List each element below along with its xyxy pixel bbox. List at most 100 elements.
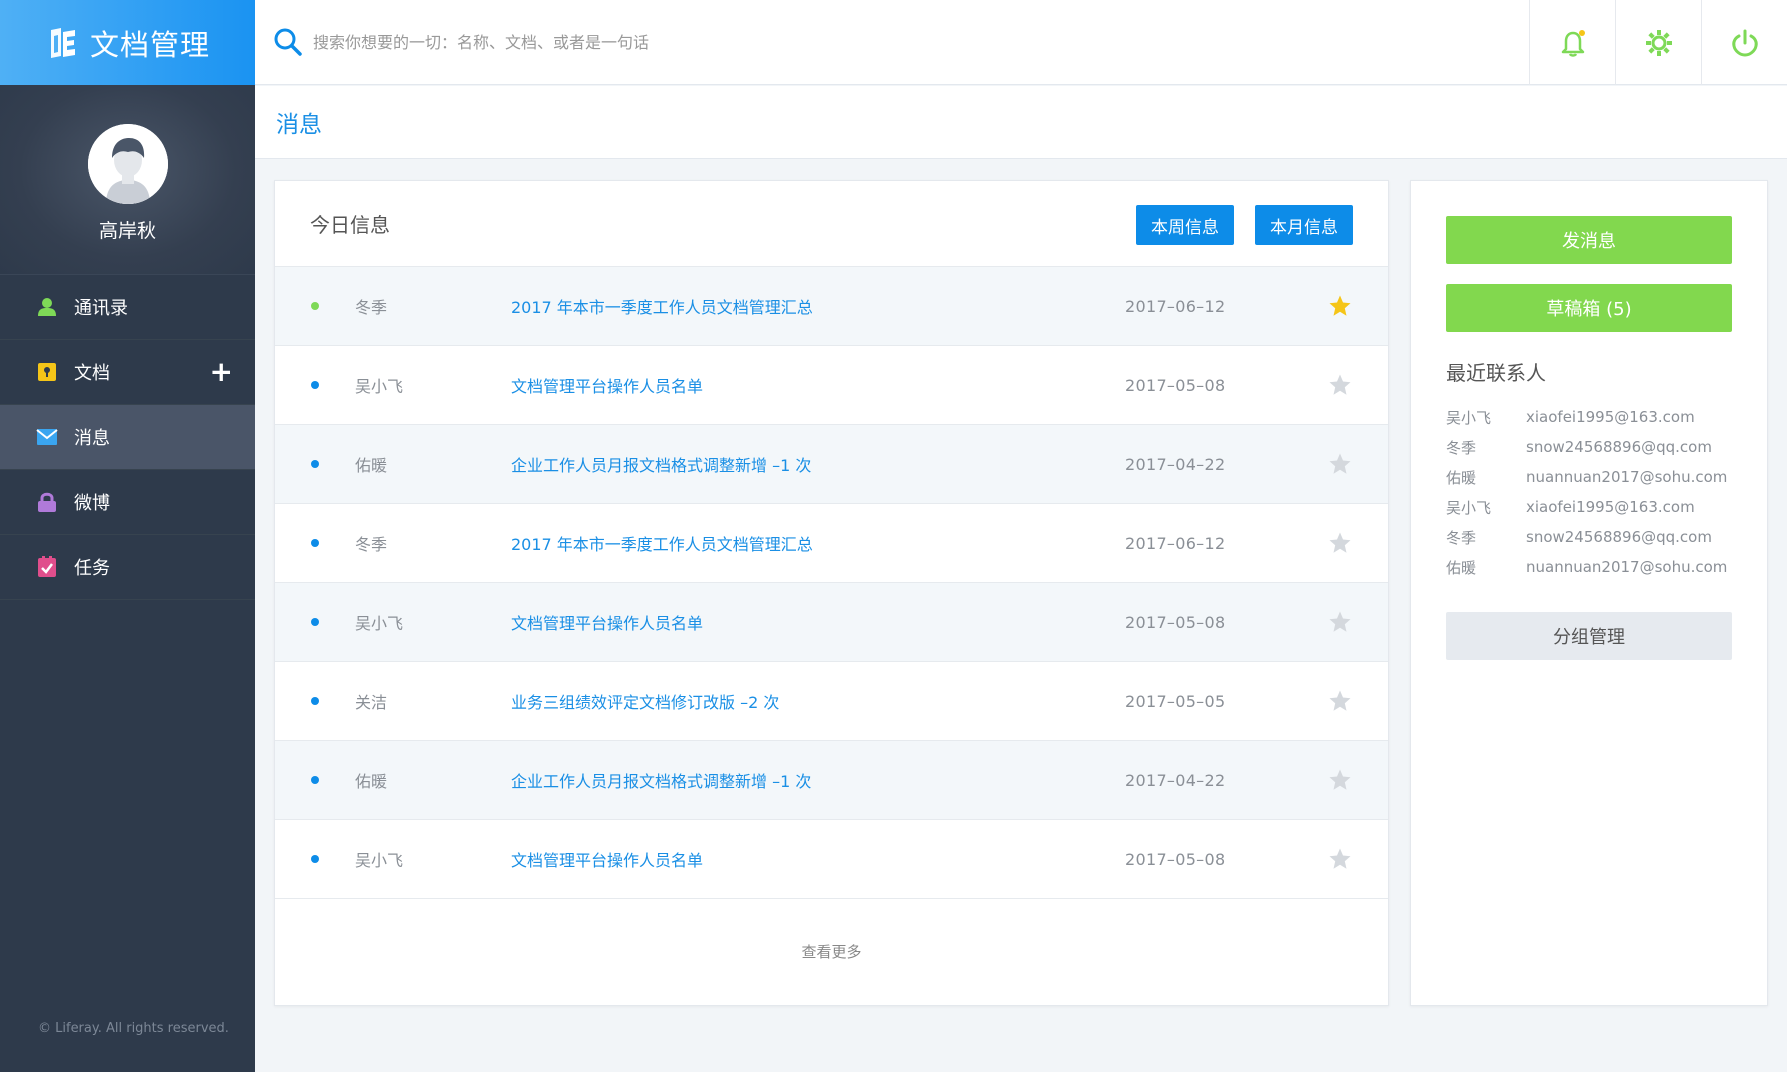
user-name: 高岸秋 xyxy=(98,220,156,242)
notification-button[interactable] xyxy=(1529,0,1615,85)
message-row[interactable]: 关洁 业务三组绩效评定文档修订改版 –2 次 2017–05–05 xyxy=(275,662,1388,741)
unread-dot xyxy=(311,618,319,626)
app-title: 文档管理 xyxy=(90,27,211,62)
message-subject[interactable]: 2017 年本市一季度工作人员文档管理汇总 xyxy=(511,531,813,555)
sidebar-item-contacts[interactable]: 通讯录 xyxy=(0,275,255,340)
contact-email: snow24568896@qq.com xyxy=(1526,528,1712,546)
message-sender: 吴小飞 xyxy=(355,851,404,870)
contact-email: xiaofei1995@163.com xyxy=(1526,498,1695,516)
unread-dot xyxy=(311,776,319,784)
message-sender: 佑暖 xyxy=(355,772,388,791)
avatar-icon[interactable] xyxy=(87,124,168,204)
message-subject[interactable]: 文档管理平台操作人员名单 xyxy=(511,373,703,397)
contact-row[interactable]: 吴小飞 xiaofei1995@163.com xyxy=(1446,402,1732,432)
month-messages-button[interactable]: 本月信息 xyxy=(1255,205,1353,245)
message-subject[interactable]: 文档管理平台操作人员名单 xyxy=(511,610,703,634)
star-icon[interactable] xyxy=(1328,531,1352,555)
message-sender: 吴小飞 xyxy=(355,614,404,633)
message-row[interactable]: 吴小飞 文档管理平台操作人员名单 2017–05–08 xyxy=(275,583,1388,662)
messages-panel: 今日信息 本周信息 本月信息 冬季 2017 年本市一季度工作人员文档管理汇总 20… xyxy=(274,180,1389,1006)
contact-name: 冬季 xyxy=(1446,528,1477,547)
bell-icon xyxy=(1561,29,1585,57)
message-row[interactable]: 吴小飞 文档管理平台操作人员名单 2017–05–08 xyxy=(275,820,1388,899)
star-icon[interactable] xyxy=(1328,610,1352,634)
mail-icon xyxy=(36,426,58,448)
gear-icon xyxy=(1645,29,1672,56)
sidebar-item-label: 文档 xyxy=(74,363,110,384)
message-date: 2017–04–22 xyxy=(1125,770,1226,790)
contact-row[interactable]: 冬季 snow24568896@qq.com xyxy=(1446,432,1732,462)
star-icon[interactable] xyxy=(1328,452,1352,476)
sidebar-item-label: 消息 xyxy=(74,428,110,449)
unread-dot xyxy=(311,381,319,389)
period-buttons: 本周信息 本月信息 xyxy=(1136,205,1353,245)
power-icon xyxy=(1731,29,1758,57)
contact-name: 吴小飞 xyxy=(1446,498,1492,517)
message-row[interactable]: 吴小飞 文档管理平台操作人员名单 2017–05–08 xyxy=(275,346,1388,425)
contact-email: nuannuan2017@sohu.com xyxy=(1526,558,1728,576)
sidebar-item-tasks[interactable]: 任务 xyxy=(0,535,255,600)
message-subject[interactable]: 文档管理平台操作人员名单 xyxy=(511,847,703,871)
lock-icon xyxy=(36,491,58,513)
message-date: 2017–06–12 xyxy=(1125,296,1226,316)
message-row[interactable]: 佑暖 企业工作人员月报文档格式调整新增 –1 次 2017–04–22 xyxy=(275,741,1388,820)
top-actions xyxy=(1529,0,1787,85)
unread-dot xyxy=(311,855,319,863)
star-icon[interactable] xyxy=(1328,847,1352,871)
sidebar-item-label: 微博 xyxy=(74,493,110,514)
search-input[interactable] xyxy=(313,32,1213,52)
sidebar-item-documents[interactable]: 文档 + xyxy=(0,340,255,405)
message-date: 2017–06–12 xyxy=(1125,533,1226,553)
message-subject[interactable]: 企业工作人员月报文档格式调整新增 –1 次 xyxy=(511,452,811,476)
message-date: 2017–05–05 xyxy=(1125,691,1226,711)
message-subject[interactable]: 企业工作人员月报文档格式调整新增 –1 次 xyxy=(511,768,811,792)
star-icon[interactable] xyxy=(1328,689,1352,713)
contact-email: snow24568896@qq.com xyxy=(1526,438,1712,456)
page-header: 消息 xyxy=(255,86,1787,159)
contact-email: nuannuan2017@sohu.com xyxy=(1526,468,1728,486)
search-icon[interactable] xyxy=(273,27,303,57)
send-message-button[interactable]: 发消息 xyxy=(1446,216,1732,264)
message-sender: 佑暖 xyxy=(355,456,388,475)
star-icon[interactable] xyxy=(1328,768,1352,792)
contact-row[interactable]: 吴小飞 xiaofei1995@163.com xyxy=(1446,492,1732,522)
message-sender: 关洁 xyxy=(355,693,388,712)
contact-name: 吴小飞 xyxy=(1446,408,1492,427)
message-row[interactable]: 冬季 2017 年本市一季度工作人员文档管理汇总 2017–06–12 xyxy=(275,504,1388,583)
message-subject[interactable]: 业务三组绩效评定文档修订改版 –2 次 xyxy=(511,689,779,713)
sidebar-item-messages[interactable]: 消息 xyxy=(0,405,255,470)
sidebar-item-weibo[interactable]: 微博 xyxy=(0,470,255,535)
message-row[interactable]: 佑暖 企业工作人员月报文档格式调整新增 –1 次 2017–04–22 xyxy=(275,425,1388,504)
add-document-button[interactable]: + xyxy=(210,358,233,386)
unread-dot xyxy=(311,460,319,468)
page-title: 消息 xyxy=(276,112,322,138)
settings-button[interactable] xyxy=(1615,0,1701,85)
see-more-link[interactable]: 查看更多 xyxy=(275,899,1388,1004)
contact-row[interactable]: 冬季 snow24568896@qq.com xyxy=(1446,522,1732,552)
contact-name: 佑暖 xyxy=(1446,468,1477,487)
star-icon[interactable] xyxy=(1328,294,1352,318)
star-icon[interactable] xyxy=(1328,373,1352,397)
sidebar: 文档管理 高岸秋 通讯录 文档 + 消息 微博 任务 © Liferay. Al… xyxy=(0,0,255,1072)
contact-row[interactable]: 佑暖 nuannuan2017@sohu.com xyxy=(1446,552,1732,582)
message-sender: 冬季 xyxy=(355,298,388,317)
drafts-button[interactable]: 草稿箱 (5) xyxy=(1446,284,1732,332)
top-bar xyxy=(255,0,1787,85)
message-date: 2017–05–08 xyxy=(1125,375,1226,395)
unread-dot xyxy=(311,539,319,547)
message-subject[interactable]: 2017 年本市一季度工作人员文档管理汇总 xyxy=(511,294,813,318)
unread-dot xyxy=(311,697,319,705)
unread-dot xyxy=(311,302,319,310)
message-sender: 吴小飞 xyxy=(355,377,404,396)
message-date: 2017–04–22 xyxy=(1125,454,1226,474)
group-manage-button[interactable]: 分组管理 xyxy=(1446,612,1732,660)
logout-button[interactable] xyxy=(1701,0,1787,85)
message-row[interactable]: 冬季 2017 年本市一季度工作人员文档管理汇总 2017–06–12 xyxy=(275,267,1388,346)
recent-contacts-list: 吴小飞 xiaofei1995@163.com 冬季 snow24568896@qq.… xyxy=(1446,402,1732,582)
message-list: 冬季 2017 年本市一季度工作人员文档管理汇总 2017–06–12 吴小飞 文档管理… xyxy=(275,267,1388,899)
brand-header[interactable]: 文档管理 xyxy=(0,0,255,85)
week-messages-button[interactable]: 本周信息 xyxy=(1136,205,1234,245)
contacts-icon xyxy=(36,296,58,318)
contact-row[interactable]: 佑暖 nuannuan2017@sohu.com xyxy=(1446,462,1732,492)
messages-panel-header: 今日信息 本周信息 本月信息 xyxy=(275,181,1388,267)
